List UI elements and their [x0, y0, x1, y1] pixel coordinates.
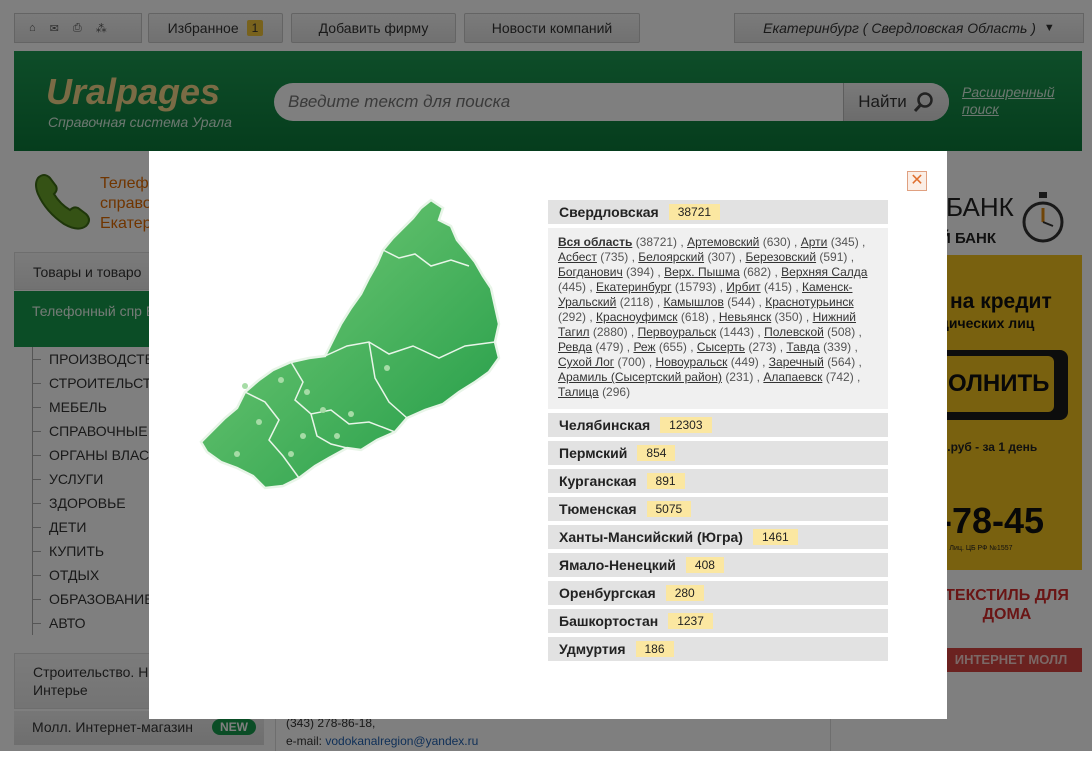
city-count: (292): [558, 310, 587, 324]
region-name: Ханты-Мансийский (Югра): [559, 529, 743, 545]
city-count: (415): [763, 280, 792, 294]
city-count: (231): [725, 370, 754, 384]
city-link[interactable]: Алапаевск: [763, 370, 822, 384]
region-count: 891: [646, 473, 685, 489]
city-count: (742): [825, 370, 854, 384]
region-item[interactable]: Пермский 854: [548, 441, 888, 465]
city-link[interactable]: Талица: [558, 385, 599, 399]
city-count: (296): [602, 385, 631, 399]
city-link[interactable]: Верхняя Салда: [781, 265, 867, 279]
city-link[interactable]: Реж: [633, 340, 655, 354]
city-link[interactable]: Камышлов: [664, 295, 724, 309]
city-link[interactable]: Верх. Пышма: [664, 265, 740, 279]
city-link[interactable]: Новоуральск: [656, 355, 728, 369]
region-count: 12303: [660, 417, 712, 433]
region-name: Башкортостан: [559, 613, 659, 629]
city-list: Вся область (38721) , Артемовский (630) …: [548, 228, 888, 409]
region-name: Свердловская: [559, 204, 659, 220]
close-button[interactable]: ✕: [907, 171, 927, 191]
city-link[interactable]: Вся область: [558, 235, 632, 249]
region-select-dialog: ✕ Свердловская 38721 Вся область (38721)…: [149, 151, 947, 719]
region-item[interactable]: Ханты-Мансийский (Югра) 1461: [548, 525, 888, 549]
city-link[interactable]: Тавда: [786, 340, 819, 354]
city-count: (591): [819, 250, 848, 264]
city-count: (394): [626, 265, 655, 279]
region-item[interactable]: Курганская 891: [548, 469, 888, 493]
city-link[interactable]: Сухой Лог: [558, 355, 614, 369]
city-count: (38721): [635, 235, 678, 249]
ural-region-map[interactable]: [199, 196, 509, 496]
region-item[interactable]: Тюменская 5075: [548, 497, 888, 521]
city-count: (544): [727, 295, 756, 309]
region-count: 1237: [668, 613, 713, 629]
city-count: (1443): [719, 325, 755, 339]
region-name: Тюменская: [559, 501, 637, 517]
region-item[interactable]: Башкортостан 1237: [548, 609, 888, 633]
region-count: 1461: [752, 529, 798, 545]
city-link[interactable]: Полевской: [764, 325, 824, 339]
city-count: (339): [823, 340, 852, 354]
city-link[interactable]: Асбест: [558, 250, 597, 264]
region-item[interactable]: Удмуртия 186: [548, 637, 888, 661]
region-name: Пермский: [559, 445, 628, 461]
city-link[interactable]: Артемовский: [687, 235, 759, 249]
region-count: 408: [685, 557, 724, 573]
city-count: (682): [743, 265, 772, 279]
region-item[interactable]: Оренбургская 280: [548, 581, 888, 605]
city-link[interactable]: Березовский: [745, 250, 816, 264]
city-count: (15793): [674, 280, 717, 294]
region-item[interactable]: Челябинская 12303: [548, 413, 888, 437]
region-name: Удмуртия: [559, 641, 626, 657]
city-link[interactable]: Сысерть: [697, 340, 745, 354]
city-count: (655): [658, 340, 687, 354]
city-count: (445): [558, 280, 587, 294]
city-link[interactable]: Красноуфимск: [596, 310, 677, 324]
region-count: 5075: [646, 501, 692, 517]
city-count: (618): [680, 310, 709, 324]
city-link[interactable]: Белоярский: [638, 250, 704, 264]
city-link[interactable]: Первоуральск: [638, 325, 716, 339]
city-link[interactable]: Арамиль (Сысертский район): [558, 370, 722, 384]
city-count: (479): [595, 340, 624, 354]
region-list: Свердловская 38721 Вся область (38721) , …: [548, 200, 888, 665]
city-link[interactable]: Ревда: [558, 340, 592, 354]
city-count: (2880): [592, 325, 628, 339]
city-count: (508): [827, 325, 856, 339]
city-count: (2118): [619, 295, 654, 309]
city-count: (630): [762, 235, 791, 249]
region-name: Оренбургская: [559, 585, 656, 601]
city-count: (735): [600, 250, 629, 264]
city-count: (449): [730, 355, 759, 369]
city-count: (350): [774, 310, 803, 324]
city-count: (564): [827, 355, 856, 369]
city-link[interactable]: Екатеринбург: [596, 280, 672, 294]
city-link[interactable]: Заречный: [769, 355, 824, 369]
region-name: Ямало-Ненецкий: [559, 557, 676, 573]
city-count: (307): [707, 250, 736, 264]
region-name: Курганская: [559, 473, 637, 489]
city-link[interactable]: Богданович: [558, 265, 623, 279]
region-count: 854: [637, 445, 676, 461]
city-link[interactable]: Арти: [801, 235, 828, 249]
region-name: Челябинская: [559, 417, 651, 433]
region-count: 280: [665, 585, 704, 601]
city-link[interactable]: Невьянск: [719, 310, 771, 324]
city-count: (273): [748, 340, 777, 354]
city-link[interactable]: Ирбит: [726, 280, 760, 294]
city-count: (700): [617, 355, 646, 369]
city-count: (345): [830, 235, 859, 249]
region-count: 186: [635, 641, 674, 657]
city-link[interactable]: Краснотурьинск: [765, 295, 853, 309]
region-item[interactable]: Ямало-Ненецкий 408: [548, 553, 888, 577]
region-count: 38721: [668, 204, 721, 220]
region-item[interactable]: Свердловская 38721: [548, 200, 888, 224]
